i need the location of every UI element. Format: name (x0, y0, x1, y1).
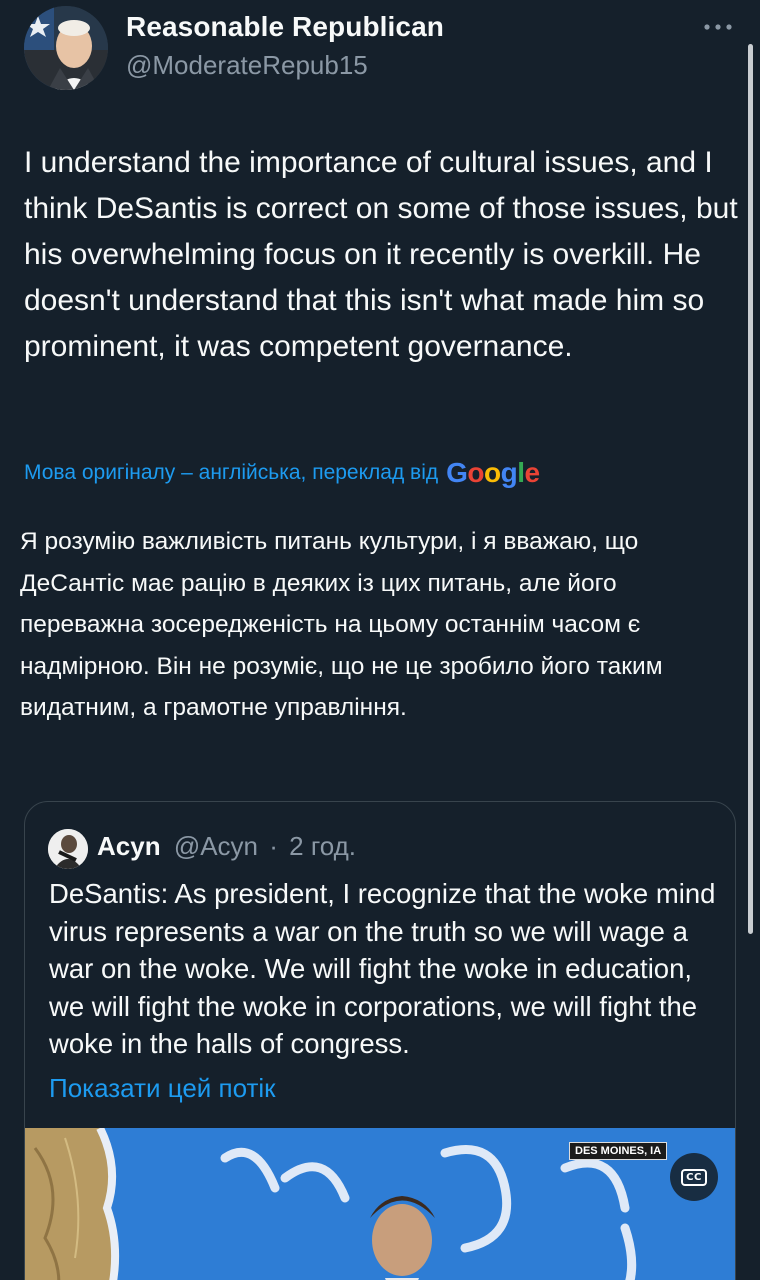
quoted-timestamp[interactable]: 2 год. (289, 831, 356, 861)
meta-separator: · (269, 831, 278, 861)
scrollbar[interactable] (748, 44, 753, 934)
translated-text: Я розумію важливість питань культури, і … (20, 528, 663, 721)
quoted-tweet-text: DeSantis: As president, I recognize that… (49, 878, 716, 1059)
google-logo-letter: l (517, 457, 525, 488)
author-name[interactable]: Reasonable Republican (126, 11, 444, 43)
location-badge: DES MOINES, IA (569, 1142, 668, 1160)
google-logo-letter: o (467, 457, 485, 488)
tweet-header: Reasonable Republican @ModerateRepub15 (0, 0, 760, 100)
google-logo-letter: G (446, 457, 468, 488)
quoted-tweet-card[interactable]: Acyn @Acyn · 2 год. DeSantis: As preside… (24, 801, 736, 1280)
translation-attribution[interactable]: Мова оригіналу – англійська, переклад ві… (24, 459, 540, 487)
show-thread-link[interactable]: Показати цей потік (49, 1073, 276, 1104)
closed-captions-icon: CC (681, 1168, 707, 1186)
author-avatar[interactable] (24, 6, 108, 90)
quoted-video[interactable]: DES MOINES, IA CC (25, 1128, 735, 1280)
quoted-author-name[interactable]: Acyn (97, 831, 161, 861)
quoted-author-handle[interactable]: @Acyn (174, 831, 258, 861)
google-logo: Google (446, 457, 541, 488)
google-logo-letter: e (524, 457, 541, 488)
author-handle[interactable]: @ModerateRepub15 (126, 50, 368, 81)
translation-note: Мова оригіналу – англійська, переклад ві… (24, 461, 439, 484)
google-logo-letter: g (500, 457, 518, 488)
tweet-text: I understand the importance of cultural … (24, 146, 738, 363)
google-logo-letter: o (484, 457, 501, 488)
quoted-tweet-header: Acyn @Acyn · 2 год. (97, 831, 356, 862)
quoted-author-avatar[interactable] (48, 829, 88, 869)
more-horizontal-icon[interactable] (701, 17, 735, 37)
closed-captions-button[interactable]: CC (670, 1153, 718, 1201)
